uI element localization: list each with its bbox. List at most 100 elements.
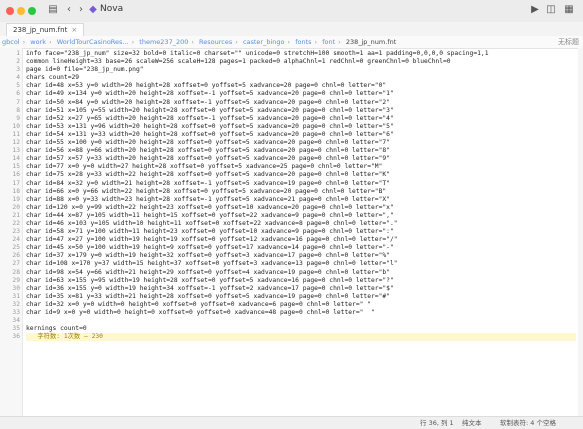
tab-close-icon[interactable]: × bbox=[71, 26, 77, 34]
code-line[interactable]: 11 char id=54 x=131 y=33 width=20 height=… bbox=[12, 131, 576, 139]
code-line[interactable]: 36 字符数: 1次数 — 230 bbox=[12, 333, 576, 342]
breadcrumb-item-worldtour[interactable]: WorldTourCasinoRes... bbox=[55, 36, 131, 48]
line-number: 4 bbox=[16, 74, 20, 82]
line-number: 34 bbox=[12, 317, 20, 325]
inspector-icon[interactable]: ▦ bbox=[562, 3, 576, 17]
code-line[interactable]: 20 char id=120 x=0 y=99 width=22 height=2… bbox=[12, 203, 576, 212]
line-text: char id=48 x=53 y=0 width=20 height=28 x… bbox=[26, 82, 387, 90]
code-line[interactable]: 22 char id=46 x=103 y=105 width=10 height… bbox=[12, 220, 576, 228]
line-number: 16 bbox=[12, 171, 20, 179]
split-view-icon[interactable]: ◫ bbox=[544, 3, 558, 17]
code-line[interactable]: 27 char id=108 x=170 y=37 width=15 height… bbox=[12, 260, 576, 268]
breadcrumb-item-theme[interactable]: theme237_200 bbox=[137, 36, 190, 48]
line-number: 35 bbox=[12, 325, 20, 333]
breadcrumb-item-font[interactable]: font bbox=[320, 36, 337, 48]
zoom-window-button[interactable] bbox=[28, 7, 36, 15]
code-line[interactable]: 2 common lineHeight=33 base=26 scaleW=256… bbox=[16, 58, 576, 66]
code-line[interactable]: 26 char id=37 x=179 y=0 width=19 height=3… bbox=[12, 252, 576, 260]
code-line[interactable]: 28 char id=98 x=54 y=66 width=21 height=2… bbox=[12, 268, 576, 277]
line-number: 7 bbox=[16, 98, 20, 106]
line-number: 2 bbox=[16, 58, 20, 66]
code-line[interactable]: 5 char id=48 x=53 y=0 width=20 height=28 … bbox=[16, 82, 576, 90]
line-number: 21 bbox=[12, 211, 20, 219]
code-line[interactable]: 14 char id=57 x=57 y=33 width=20 height=2… bbox=[12, 155, 576, 163]
minimize-window-button[interactable] bbox=[17, 7, 25, 15]
code-line[interactable]: 9 char id=52 x=27 y=65 width=20 height=28… bbox=[16, 114, 576, 123]
breadcrumb-item-caster-bingo[interactable]: caster_bingo bbox=[241, 36, 287, 48]
line-number: 11 bbox=[12, 130, 20, 138]
syntax-mode[interactable]: 纯文本 bbox=[462, 417, 482, 429]
code-line[interactable]: 3 page id=0 file="238_jp_num.png" bbox=[16, 66, 576, 74]
code-line[interactable]: 23 char id=58 x=71 y=100 width=11 height=… bbox=[12, 228, 576, 236]
line-text: char id=120 x=0 y=99 width=22 height=23 … bbox=[26, 203, 394, 211]
line-text: 字符数: 1次数 — 230 bbox=[26, 333, 103, 341]
code-line[interactable]: 21 char id=44 x=87 y=105 width=11 height=… bbox=[12, 212, 576, 220]
code-line[interactable]: 35 kernings count=0 bbox=[12, 325, 576, 333]
line-text: char id=98 x=54 y=66 width=21 height=29 … bbox=[26, 268, 390, 276]
line-number: 20 bbox=[12, 203, 20, 211]
line-text: char id=56 x=88 y=66 width=20 height=28 … bbox=[26, 147, 390, 155]
line-text: char id=58 x=71 y=100 width=11 height=23… bbox=[26, 228, 394, 236]
line-number: 29 bbox=[12, 276, 20, 284]
code-line[interactable]: 16 char id=75 x=28 y=33 width=22 height=2… bbox=[12, 171, 576, 179]
code-area[interactable]: 1 info face="238_jp_num" size=32 bold=0 i… bbox=[12, 50, 576, 342]
breadcrumb-item-fonts[interactable]: fonts bbox=[293, 36, 313, 48]
line-text: char id=77 x=0 y=0 width=27 height=28 xo… bbox=[26, 163, 383, 171]
line-number: 14 bbox=[12, 155, 20, 163]
line-text: chars count=29 bbox=[26, 74, 80, 82]
cursor-position[interactable]: 行 36, 列 1 bbox=[420, 417, 454, 429]
line-number: 28 bbox=[12, 268, 20, 276]
line-number: 6 bbox=[16, 90, 20, 98]
vertical-scrollbar[interactable] bbox=[578, 48, 583, 416]
code-line[interactable]: 6 char id=49 x=134 y=0 width=20 height=28… bbox=[16, 90, 576, 98]
line-text: char id=47 x=27 y=100 width=19 height=19… bbox=[26, 236, 398, 244]
code-line[interactable]: 18 char id=66 x=0 y=66 width=22 height=28… bbox=[12, 187, 576, 196]
code-line[interactable]: 19 char id=88 x=0 y=33 width=23 height=28… bbox=[12, 195, 576, 204]
line-text: char id=52 x=27 y=65 width=20 height=28 … bbox=[26, 114, 394, 122]
code-line[interactable]: 29 char id=63 x=155 y=95 width=19 height=… bbox=[12, 277, 576, 285]
indentation-setting[interactable]: 软制表符: 4 个空格 bbox=[500, 417, 556, 429]
close-window-button[interactable] bbox=[6, 7, 14, 15]
code-line[interactable]: 30 char id=36 x=155 y=0 width=19 height=3… bbox=[12, 285, 576, 293]
code-line[interactable]: 34 bbox=[12, 317, 576, 325]
tab-238-jp-num[interactable]: 238_jp_num.fnt × bbox=[6, 23, 85, 36]
code-line[interactable]: 12 char id=55 x=100 y=0 width=20 height=2… bbox=[12, 139, 576, 147]
code-line[interactable]: 17 char id=84 x=32 y=0 width=21 height=28… bbox=[12, 179, 576, 188]
code-line[interactable]: 8 char id=51 x=105 y=55 width=20 height=2… bbox=[16, 107, 576, 115]
code-line[interactable]: 32 char id=32 x=0 y=0 width=0 height=0 xo… bbox=[12, 301, 576, 309]
code-line[interactable]: 24 char id=47 x=27 y=100 width=19 height=… bbox=[12, 236, 576, 244]
line-number: 30 bbox=[12, 284, 20, 292]
line-number: 31 bbox=[12, 292, 20, 300]
line-number: 12 bbox=[12, 139, 20, 147]
line-text: char id=88 x=0 y=33 width=23 height=28 x… bbox=[26, 195, 390, 203]
code-line[interactable]: 31 char id=35 x=81 y=33 width=21 height=2… bbox=[12, 293, 576, 301]
run-icon[interactable]: ▶ bbox=[528, 3, 542, 17]
breadcrumb-item-gbcol[interactable]: gbcol bbox=[0, 36, 22, 48]
line-number: 13 bbox=[12, 147, 20, 155]
sidebar-toggle-icon[interactable]: ▤ bbox=[46, 3, 60, 17]
code-line[interactable]: 15 char id=77 x=0 y=0 width=27 height=28 … bbox=[12, 163, 576, 171]
code-line[interactable]: 33 char id=9 x=0 y=0 width=0 height=0 xof… bbox=[12, 309, 576, 317]
code-line[interactable]: 7 char id=50 x=84 y=0 width=20 height=28 … bbox=[16, 99, 576, 107]
line-number: 32 bbox=[12, 300, 20, 308]
line-number: 17 bbox=[12, 179, 20, 187]
line-text: char id=49 x=134 y=0 width=20 height=28 … bbox=[26, 90, 394, 98]
code-line[interactable]: 25 char id=45 x=50 y=100 width=19 height=… bbox=[12, 244, 576, 252]
breadcrumb-item-file[interactable]: 238_jp_num.fnt bbox=[344, 36, 398, 48]
breadcrumb-item-work[interactable]: work bbox=[28, 36, 48, 48]
breadcrumb-item-resources[interactable]: Resources bbox=[197, 36, 234, 48]
symbol-indicator[interactable]: 无标题 bbox=[558, 36, 579, 48]
line-number: 1 bbox=[16, 50, 20, 57]
code-line[interactable]: 13 char id=56 x=88 y=66 width=20 height=2… bbox=[12, 147, 576, 155]
line-text: char id=37 x=179 y=0 width=19 height=32 … bbox=[26, 252, 390, 260]
line-text: char id=108 x=170 y=37 width=15 height=3… bbox=[26, 260, 398, 268]
line-text: char id=66 x=0 y=66 width=22 height=28 x… bbox=[26, 187, 387, 195]
line-number: 8 bbox=[16, 106, 20, 114]
tab-label: 238_jp_num.fnt bbox=[13, 26, 68, 34]
code-line[interactable]: 4 chars count=29 bbox=[16, 74, 576, 82]
code-editor[interactable]: 1 info face="238_jp_num" size=32 bold=0 i… bbox=[0, 48, 583, 416]
code-line[interactable]: 10 char id=53 x=131 y=96 width=20 height=… bbox=[12, 123, 576, 131]
code-line[interactable]: 1 info face="238_jp_num" size=32 bold=0 i… bbox=[16, 50, 576, 58]
line-text: char id=84 x=32 y=0 width=21 height=28 x… bbox=[26, 179, 390, 187]
line-text: page id=0 file="238_jp_num.png" bbox=[26, 66, 144, 74]
